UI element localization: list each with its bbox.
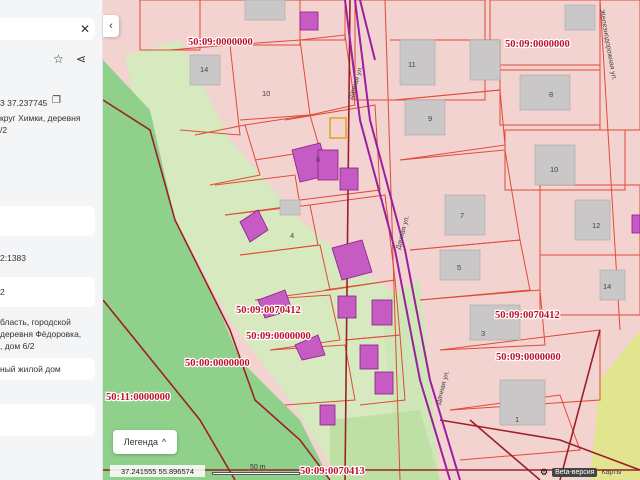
coordinates-readout: 37.241555 55.896574 — [121, 466, 194, 476]
collapse-panel-button[interactable]: ‹ — [103, 15, 119, 37]
parcel-number: 9 — [428, 114, 432, 123]
settings-icon[interactable]: ⚙ — [540, 467, 548, 478]
panel-section — [0, 404, 95, 436]
cadastral-label: 50:09:0000000 — [496, 352, 561, 363]
parcel-number: 5 — [457, 263, 461, 272]
cadastral-label: 50:09:0000000 — [188, 37, 253, 48]
object-type: ный жилой дом — [0, 364, 61, 374]
legend-button[interactable]: Легенда ^ — [113, 430, 177, 454]
parcel-number: 4 — [290, 231, 294, 240]
parcel-number: 6 — [316, 155, 320, 164]
scale-label: 50 m — [250, 464, 266, 471]
cadastral-label: 50:09:0070412 — [236, 305, 301, 316]
maps-link[interactable]: Карты — [601, 469, 621, 476]
parcel-number: 1 — [515, 415, 519, 424]
parcel-number: 10 — [550, 165, 558, 174]
panel-section — [0, 206, 95, 236]
cadastral-label: 50:09:0000000 — [246, 331, 311, 342]
cadastral-label: 50:11:0000000 — [106, 392, 170, 403]
cadastral-label: 50:09:0070412 — [495, 310, 560, 321]
cadastral-label: 50:09:0000000 — [505, 39, 570, 50]
parcel-number: 12 — [592, 221, 600, 230]
info-panel: ✕ ☆ ⋖ 3 37.237745 ❐ круг Химки, деревня … — [0, 0, 103, 480]
parcel-number: 3 — [481, 329, 485, 338]
legend-label: Легенда — [123, 437, 158, 447]
coordinates-text: 3 37.237745 — [0, 98, 48, 108]
parcel-number: 7 — [460, 211, 464, 220]
panel-field: 2 — [0, 277, 95, 307]
full-address-line: бласть, городской — [0, 317, 71, 327]
cadastral-label: 50:00:0000000 — [185, 358, 250, 369]
parcel-number: 14 — [200, 65, 208, 74]
full-address-line: деревня Фёдоровка, — [0, 329, 82, 339]
share-icon[interactable]: ⋖ — [76, 52, 86, 66]
cadastral-label: 50:09:0070413 — [300, 466, 365, 477]
beta-badge[interactable]: Beta-версия — [552, 467, 598, 477]
star-icon[interactable]: ☆ — [53, 52, 64, 66]
address-line: круг Химки, деревня — [0, 113, 81, 123]
panel-field: ный жилой дом — [0, 358, 95, 380]
full-address-line: , дом 6/2 — [0, 341, 35, 351]
scale-line — [212, 472, 300, 475]
scale-bar: 50 m — [212, 464, 300, 476]
parcel-number: 11 — [408, 60, 416, 69]
field-value: 2 — [0, 287, 5, 297]
parcel-number: 8 — [549, 90, 553, 99]
address-line: /2 — [0, 125, 8, 135]
map-app: 14 10 11 8 9 6 10 7 12 5 4 14 3 1 Дачная… — [0, 0, 640, 480]
panel-header: ✕ — [0, 18, 95, 40]
cursor-coordinates: 37.241555 55.896574 — [110, 465, 205, 477]
parcel-number: 14 — [603, 282, 611, 291]
chevron-left-icon: ‹ — [109, 20, 113, 32]
copy-icon[interactable]: ❐ — [52, 95, 61, 106]
map-attribution: ⚙ Beta-версия Карты — [540, 466, 621, 478]
parcel-number: 10 — [262, 89, 270, 98]
close-icon[interactable]: ✕ — [80, 22, 90, 36]
chevron-up-icon: ^ — [162, 437, 167, 447]
cadastral-number: 2:1383 — [0, 253, 26, 263]
